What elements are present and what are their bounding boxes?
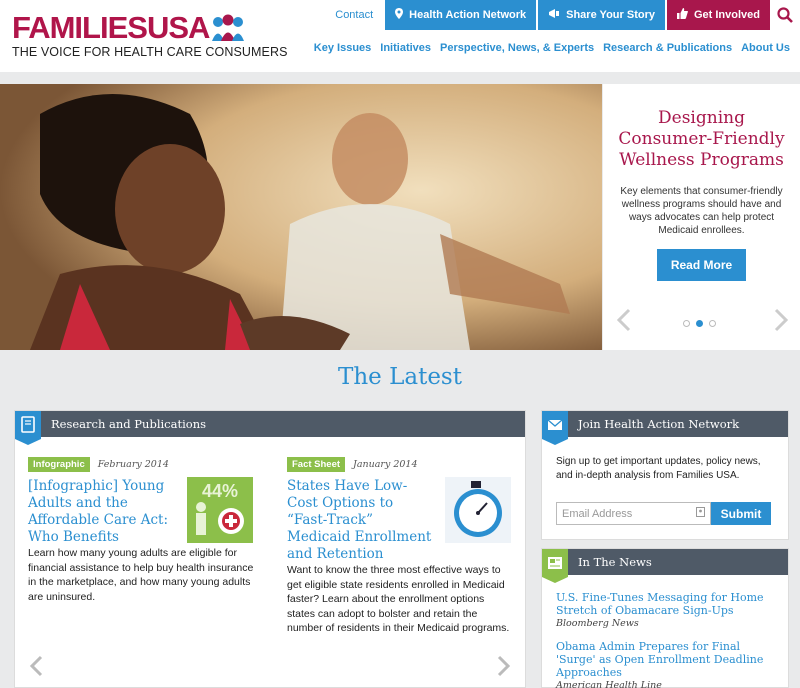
join-description: Sign up to get important updates, policy…	[556, 456, 761, 481]
logo-usa-text: USA	[146, 10, 210, 45]
news-source: Bloomberg News	[556, 618, 639, 629]
stopwatch-icon[interactable]	[445, 477, 511, 543]
article-type-badge[interactable]: Infographic	[28, 457, 90, 472]
news-source: American Health Line	[556, 680, 662, 688]
book-icon	[15, 411, 41, 445]
contact-card-icon	[696, 507, 705, 520]
contact-link[interactable]: Contact	[325, 0, 383, 30]
hero-image[interactable]	[0, 84, 602, 350]
logo-families-text: FAMILIES	[12, 10, 148, 45]
nav-key-issues[interactable]: Key Issues	[314, 42, 371, 54]
news-card-header: In The News	[542, 549, 788, 575]
nav-about-us[interactable]: About Us	[741, 42, 790, 54]
logo-people-icon	[211, 14, 245, 42]
carousel-dot-3[interactable]	[709, 320, 716, 327]
research-next-arrow-icon[interactable]	[497, 655, 511, 677]
research-card-title: Research and Publications	[51, 417, 206, 431]
thumb-percent-text: 44%	[202, 481, 238, 501]
map-marker-icon	[395, 8, 404, 22]
hero-carousel: Designing Consumer-Friendly Wellness Pro…	[0, 84, 800, 350]
search-icon[interactable]	[770, 0, 800, 30]
families-usa-logo[interactable]: FAMILIES USA THE VOICE FOR HEALTH CARE CO…	[12, 12, 288, 59]
news-item: Obama Admin Prepares for Final 'Surge' a…	[556, 640, 778, 688]
carousel-next-arrow-icon[interactable]	[773, 308, 789, 332]
megaphone-icon	[548, 8, 560, 22]
article-date: January 2014	[353, 459, 418, 470]
article-title[interactable]: States Have Low-Cost Options to “Fast-Tr…	[287, 478, 437, 563]
article-summary: Want to know the three most effective wa…	[287, 564, 510, 634]
article-type-badge[interactable]: Fact Sheet	[287, 457, 346, 472]
get-involved-button[interactable]: Get Involved	[666, 0, 770, 30]
join-card-header: Join Health Action Network	[542, 411, 788, 437]
news-card-title: In The News	[578, 555, 652, 569]
main-navigation: Key Issues Initiatives Perspective, News…	[314, 42, 790, 54]
hero-description: Key elements that consumer-friendly well…	[620, 186, 783, 236]
read-more-button[interactable]: Read More	[656, 249, 747, 281]
hero-title[interactable]: Designing Consumer-Friendly Wellness Pro…	[613, 108, 790, 171]
health-action-network-label: Health Action Network	[409, 9, 527, 21]
news-item: U.S. Fine-Tunes Messaging for Home Stret…	[556, 591, 778, 629]
article-title[interactable]: [Infographic] Young Adults and the Affor…	[28, 478, 178, 546]
envelope-icon	[542, 411, 568, 445]
news-headline[interactable]: Obama Admin Prepares for Final 'Surge' a…	[556, 640, 778, 679]
share-your-story-button[interactable]: Share Your Story	[538, 0, 665, 30]
carousel-prev-arrow-icon[interactable]	[616, 308, 632, 332]
logo-tagline: THE VOICE FOR HEALTH CARE CONSUMERS	[12, 45, 288, 59]
carousel-dot-2[interactable]	[696, 320, 703, 327]
carousel-dot-1[interactable]	[683, 320, 690, 327]
article-date: February 2014	[97, 459, 169, 470]
research-card-header: Research and Publications	[15, 411, 525, 437]
newspaper-icon	[542, 549, 568, 583]
signup-form: Email Address Submit	[556, 502, 771, 525]
news-headline[interactable]: U.S. Fine-Tunes Messaging for Home Stret…	[556, 591, 778, 617]
nav-initiatives[interactable]: Initiatives	[380, 42, 431, 54]
join-health-action-card: Join Health Action Network Sign up to ge…	[541, 410, 789, 540]
join-card-title: Join Health Action Network	[578, 417, 740, 431]
share-your-story-label: Share Your Story	[566, 9, 655, 21]
hero-feature-panel: Designing Consumer-Friendly Wellness Pro…	[603, 84, 800, 350]
article-summary: Learn how many young adults are eligible…	[28, 547, 254, 603]
young-adults-infographic-icon[interactable]: 44%	[187, 477, 253, 543]
site-header: FAMILIES USA THE VOICE FOR HEALTH CARE CO…	[0, 0, 800, 72]
research-prev-arrow-icon[interactable]	[29, 655, 43, 677]
in-the-news-card: In The News U.S. Fine-Tunes Messaging fo…	[541, 548, 789, 688]
submit-button[interactable]: Submit	[711, 502, 771, 525]
nav-research-publications[interactable]: Research & Publications	[603, 42, 732, 54]
utility-bar: Contact Health Action Network Share Your…	[325, 0, 800, 30]
research-publications-card: Research and Publications Infographic Fe…	[14, 410, 526, 688]
get-involved-label: Get Involved	[693, 9, 760, 21]
email-placeholder: Email Address	[562, 507, 633, 520]
health-action-network-button[interactable]: Health Action Network	[385, 0, 537, 30]
email-field[interactable]: Email Address	[556, 502, 711, 525]
the-latest-heading: The Latest	[338, 364, 462, 390]
thumbs-up-icon	[676, 8, 688, 22]
nav-perspective-news-experts[interactable]: Perspective, News, & Experts	[440, 42, 594, 54]
carousel-dots	[683, 320, 716, 327]
